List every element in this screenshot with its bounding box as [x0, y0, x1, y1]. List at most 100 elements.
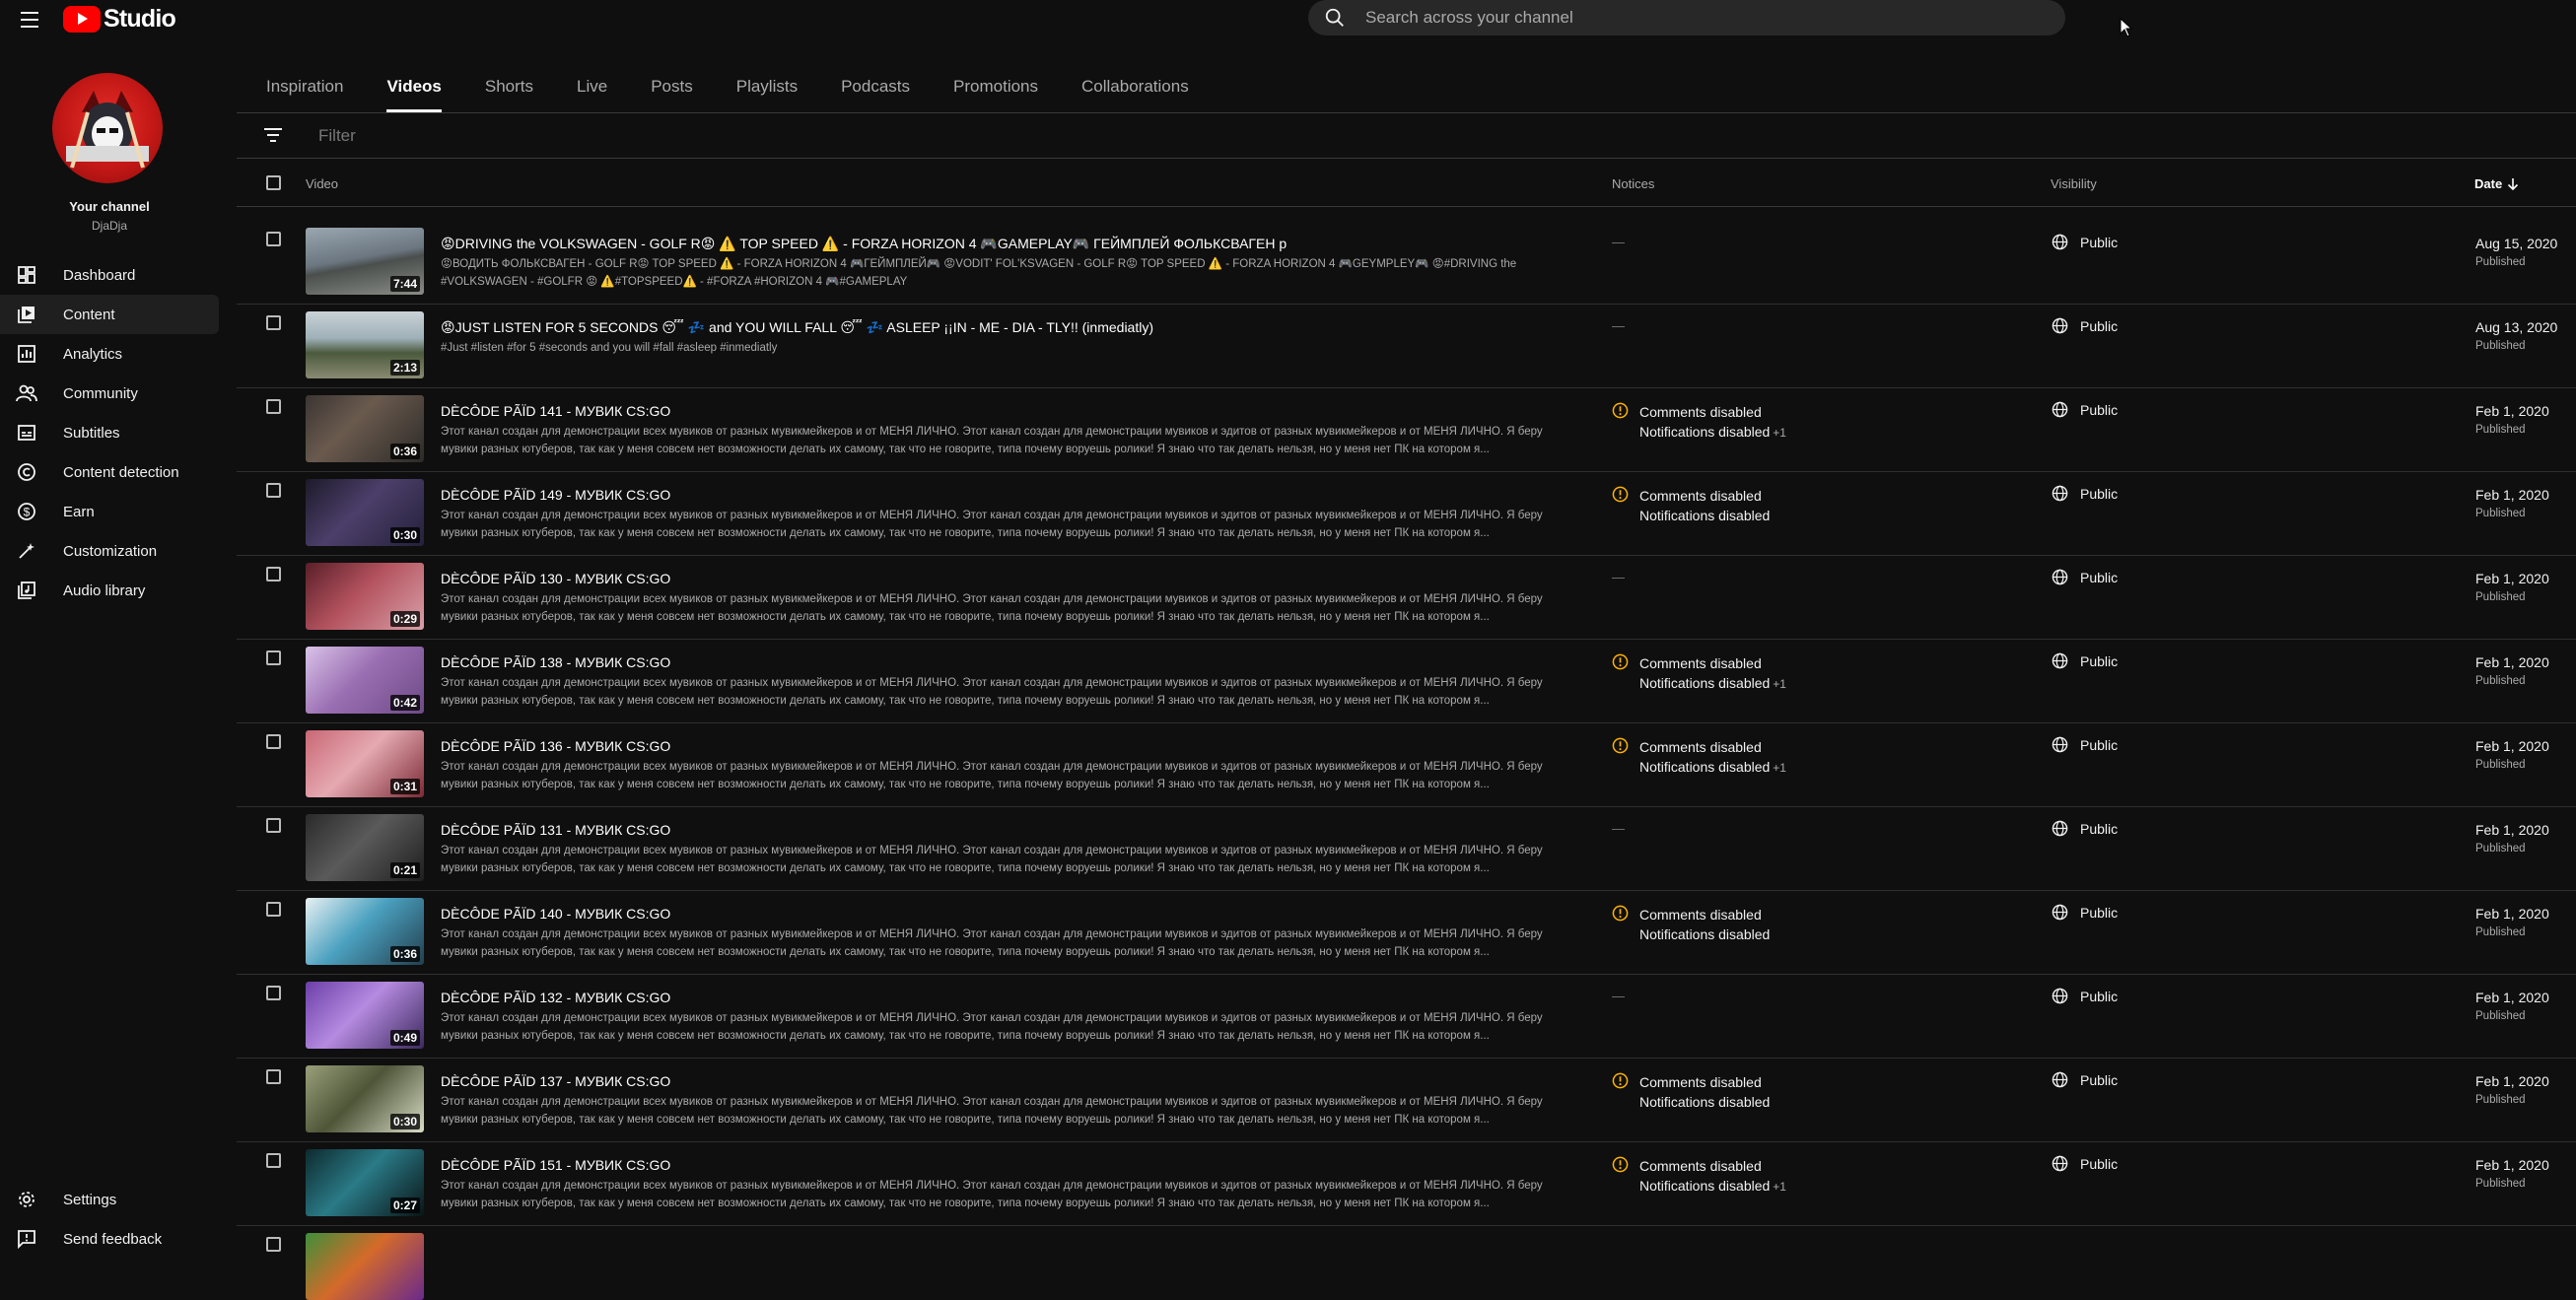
video-thumbnail[interactable]: 0:27 — [306, 1149, 424, 1216]
video-title[interactable]: DÈCÔDE PÃÏD 131 - МУВИК CS:GO — [441, 822, 670, 838]
table-row[interactable]: 0:36 DÈCÔDE PÃÏD 141 - МУВИК CS:GO Этот … — [237, 388, 2576, 472]
visibility-status[interactable]: Public — [2052, 904, 2118, 921]
row-checkbox[interactable] — [266, 315, 281, 330]
row-checkbox[interactable] — [266, 734, 281, 749]
table-row[interactable]: 2:13 😡JUST LISTEN FOR 5 SECONDS 😴 💤 and … — [237, 305, 2576, 388]
search-input[interactable] — [1363, 7, 1959, 29]
video-thumbnail[interactable]: 0:49 — [306, 982, 424, 1049]
notice-restrictions[interactable]: Comments disabled Notifications disabled… — [1612, 653, 1786, 694]
visibility-status[interactable]: Public — [2052, 652, 2118, 669]
row-checkbox[interactable] — [266, 483, 281, 498]
video-title[interactable]: DÈCÔDE PÃÏD 141 - МУВИК CS:GO — [441, 403, 670, 419]
tab-inspiration[interactable]: Inspiration — [237, 69, 357, 112]
video-title[interactable]: DÈCÔDE PÃÏD 137 - МУВИК CS:GO — [441, 1073, 670, 1089]
video-title[interactable]: DÈCÔDE PÃÏD 132 - МУВИК CS:GO — [441, 990, 670, 1005]
video-thumbnail[interactable]: 0:36 — [306, 395, 424, 462]
visibility-status[interactable]: Public — [2052, 736, 2118, 753]
filter-input[interactable] — [316, 125, 912, 147]
tab-playlists[interactable]: Playlists — [707, 69, 811, 112]
sidebar-item-send-feedback[interactable]: Send feedback — [0, 1219, 219, 1259]
video-thumbnail[interactable]: 0:30 — [306, 479, 424, 546]
video-thumbnail[interactable]: 2:13 — [306, 311, 424, 378]
visibility-status[interactable]: Public — [2052, 317, 2118, 334]
row-checkbox[interactable] — [266, 902, 281, 917]
studio-logo[interactable]: Studio — [63, 1, 176, 36]
row-checkbox[interactable] — [266, 986, 281, 1000]
notice-restrictions[interactable]: Comments disabled Notifications disabled… — [1612, 402, 1786, 443]
table-row[interactable]: 0:30 DÈCÔDE PÃÏD 137 - МУВИК CS:GO Этот … — [237, 1059, 2576, 1142]
sidebar-item-subtitles[interactable]: Subtitles — [0, 413, 219, 452]
sidebar-item-audio-library[interactable]: Audio library — [0, 571, 219, 610]
video-thumbnail[interactable]: 0:30 — [306, 1065, 424, 1132]
table-row[interactable]: 0:21 DÈCÔDE PÃÏD 131 - МУВИК CS:GO Этот … — [237, 807, 2576, 891]
visibility-status[interactable]: Public — [2052, 569, 2118, 585]
row-checkbox[interactable] — [266, 232, 281, 246]
video-thumbnail[interactable]: 0:42 — [306, 647, 424, 714]
visibility-status[interactable]: Public — [2052, 401, 2118, 418]
tab-shorts[interactable]: Shorts — [455, 69, 547, 112]
table-row[interactable]: 0:31 DÈCÔDE PÃÏD 136 - МУВИК CS:GO Этот … — [237, 723, 2576, 807]
sidebar-item-earn[interactable]: $ Earn — [0, 492, 219, 531]
video-title[interactable]: DÈCÔDE PÃÏD 138 - МУВИК CS:GO — [441, 654, 670, 670]
notice-restrictions[interactable]: Comments disabled Notifications disabled… — [1612, 737, 1786, 778]
video-thumbnail[interactable]: 7:44 — [306, 228, 424, 295]
tab-posts[interactable]: Posts — [621, 69, 707, 112]
notice-restrictions[interactable]: Comments disabled Notifications disabled — [1612, 1072, 1773, 1113]
column-header-date[interactable]: Date — [2474, 176, 2520, 191]
filter-icon[interactable] — [263, 126, 283, 144]
row-checkbox[interactable] — [266, 818, 281, 833]
visibility-status[interactable]: Public — [2052, 820, 2118, 837]
visibility-status[interactable]: Public — [2052, 485, 2118, 502]
video-title[interactable]: DÈCÔDE PÃÏD 151 - МУВИК CS:GO — [441, 1157, 670, 1173]
tab-podcasts[interactable]: Podcasts — [811, 69, 924, 112]
notice-restrictions[interactable]: Comments disabled Notifications disabled… — [1612, 1156, 1786, 1197]
row-checkbox[interactable] — [266, 567, 281, 582]
video-thumbnail[interactable]: 0:36 — [306, 898, 424, 965]
sidebar-item-content-detection[interactable]: Content detection — [0, 452, 219, 492]
table-row[interactable]: 0:42 DÈCÔDE PÃÏD 138 - МУВИК CS:GO Этот … — [237, 640, 2576, 723]
visibility-status[interactable]: Public — [2052, 234, 2118, 250]
video-title[interactable]: 😡DRIVING the VOLKSWAGEN - GOLF R😡 ⚠️ TOP… — [441, 236, 1287, 252]
tab-collaborations[interactable]: Collaborations — [1052, 69, 1203, 112]
table-row[interactable]: 0:30 DÈCÔDE PÃÏD 149 - МУВИК CS:GO Этот … — [237, 472, 2576, 556]
table-row[interactable] — [237, 1226, 2576, 1300]
video-description: #Just #listen #for 5 #seconds and you wi… — [441, 342, 778, 354]
row-checkbox[interactable] — [266, 650, 281, 665]
select-all-checkbox[interactable] — [266, 175, 281, 190]
sidebar-item-content[interactable]: Content — [0, 295, 219, 334]
visibility-status[interactable]: Public — [2052, 1071, 2118, 1088]
video-title[interactable]: DÈCÔDE PÃÏD 136 - МУВИК CS:GO — [441, 738, 670, 754]
search-bar[interactable] — [1308, 0, 2065, 35]
video-title[interactable]: DÈCÔDE PÃÏD 140 - МУВИК CS:GO — [441, 906, 670, 922]
table-row[interactable]: 0:29 DÈCÔDE PÃÏD 130 - МУВИК CS:GO Этот … — [237, 556, 2576, 640]
sidebar-item-dashboard[interactable]: Dashboard — [0, 255, 219, 295]
sidebar-item-customization[interactable]: Customization — [0, 531, 219, 571]
visibility-status[interactable]: Public — [2052, 1155, 2118, 1172]
table-row[interactable]: 0:49 DÈCÔDE PÃÏD 132 - МУВИК CS:GO Этот … — [237, 975, 2576, 1059]
tab-live[interactable]: Live — [547, 69, 621, 112]
video-thumbnail[interactable]: 0:21 — [306, 814, 424, 881]
video-title[interactable]: DÈCÔDE PÃÏD 149 - МУВИК CS:GO — [441, 487, 670, 503]
table-row[interactable]: 0:27 DÈCÔDE PÃÏD 151 - МУВИК CS:GO Этот … — [237, 1142, 2576, 1226]
table-row[interactable]: 7:44 😡DRIVING the VOLKSWAGEN - GOLF R😡 ⚠… — [237, 221, 2576, 305]
hamburger-menu-icon[interactable] — [16, 6, 43, 34]
video-title[interactable]: 😡JUST LISTEN FOR 5 SECONDS 😴 💤 and YOU W… — [441, 319, 1153, 336]
video-title[interactable]: DÈCÔDE PÃÏD 130 - МУВИК CS:GO — [441, 571, 670, 586]
row-checkbox[interactable] — [266, 1069, 281, 1084]
video-thumbnail[interactable]: 0:31 — [306, 730, 424, 797]
tab-videos[interactable]: Videos — [357, 69, 454, 112]
sidebar-item-settings[interactable]: Settings — [0, 1180, 219, 1219]
sidebar-item-analytics[interactable]: Analytics — [0, 334, 219, 374]
notice-restrictions[interactable]: Comments disabled Notifications disabled — [1612, 905, 1773, 945]
sidebar-item-community[interactable]: Community — [0, 374, 219, 413]
notice-restrictions[interactable]: Comments disabled Notifications disabled — [1612, 486, 1773, 526]
row-checkbox[interactable] — [266, 399, 281, 414]
video-thumbnail[interactable]: 0:29 — [306, 563, 424, 630]
table-row[interactable]: 0:36 DÈCÔDE PÃÏD 140 - МУВИК CS:GO Этот … — [237, 891, 2576, 975]
visibility-status[interactable]: Public — [2052, 988, 2118, 1004]
row-checkbox[interactable] — [266, 1153, 281, 1168]
channel-avatar[interactable] — [52, 73, 163, 183]
tab-promotions[interactable]: Promotions — [924, 69, 1052, 112]
video-thumbnail[interactable] — [306, 1233, 424, 1300]
row-checkbox[interactable] — [266, 1237, 281, 1252]
